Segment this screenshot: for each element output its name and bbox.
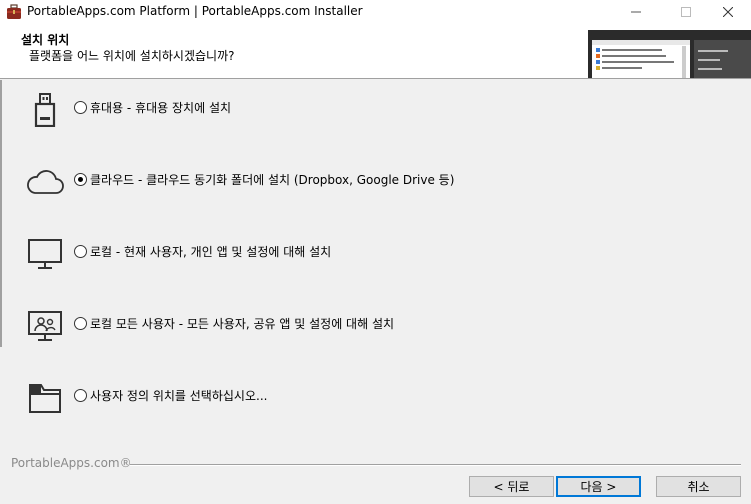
option-cloud-label: 클라우드 - 클라우드 동기화 폴더에 설치 (Dropbox, Google … — [90, 173, 455, 187]
radio-custom[interactable] — [74, 389, 87, 402]
monitor-icon — [25, 236, 65, 272]
option-local-all-users[interactable]: 로컬 모든 사용자 - 모든 사용자, 공유 앱 및 설정에 대해 설치 — [25, 304, 585, 344]
wizard-header: 설치 위치 플랫폼을 어느 위치에 설치하시겠습니까? — [0, 24, 751, 79]
window-title: PortableApps.com Platform | PortableApps… — [27, 4, 363, 18]
radio-portable[interactable] — [74, 101, 87, 114]
back-button[interactable]: < 뒤로 — [469, 476, 554, 497]
monitor-users-icon — [25, 308, 65, 344]
minimize-icon — [631, 11, 641, 13]
cancel-button[interactable]: 취소 — [656, 476, 741, 497]
radio-local[interactable] — [74, 245, 87, 258]
option-portable[interactable]: 휴대용 - 휴대용 장치에 설치 — [25, 88, 585, 128]
option-local-label: 로컬 - 현재 사용자, 개인 앱 및 설정에 대해 설치 — [90, 245, 332, 259]
radio-local-all-users[interactable] — [74, 317, 87, 330]
page-subtitle: 플랫폼을 어느 위치에 설치하시겠습니까? — [29, 49, 235, 63]
branding-text: PortableApps.com® — [11, 456, 132, 470]
option-custom[interactable]: 사용자 정의 위치를 선택하십시오... — [25, 376, 585, 416]
footer-divider — [130, 464, 741, 466]
option-local-all-users-label: 로컬 모든 사용자 - 모든 사용자, 공유 앱 및 설정에 대해 설치 — [90, 317, 395, 331]
close-icon — [723, 7, 733, 17]
install-location-options: 휴대용 - 휴대용 장치에 설치 클라우드 - 클라우드 동기화 폴더에 설치 … — [0, 79, 751, 454]
maximize-icon — [681, 7, 691, 17]
option-cloud[interactable]: 클라우드 - 클라우드 동기화 폴더에 설치 (Dropbox, Google … — [25, 160, 585, 200]
next-button[interactable]: 다음 > — [556, 476, 641, 497]
briefcase-icon — [6, 4, 22, 20]
cloud-icon — [25, 164, 65, 200]
folder-icon — [25, 380, 65, 416]
usb-drive-icon — [25, 92, 65, 128]
close-button[interactable] — [705, 0, 751, 24]
header-image — [588, 30, 751, 78]
title-bar: PortableApps.com Platform | PortableApps… — [0, 0, 751, 24]
page-title: 설치 위치 — [21, 33, 70, 47]
option-portable-label: 휴대용 - 휴대용 장치에 설치 — [90, 101, 232, 115]
option-custom-label: 사용자 정의 위치를 선택하십시오... — [90, 389, 268, 403]
option-local[interactable]: 로컬 - 현재 사용자, 개인 앱 및 설정에 대해 설치 — [25, 232, 585, 272]
radio-cloud[interactable] — [74, 173, 87, 186]
maximize-button[interactable] — [663, 0, 709, 24]
minimize-button[interactable] — [613, 0, 659, 24]
